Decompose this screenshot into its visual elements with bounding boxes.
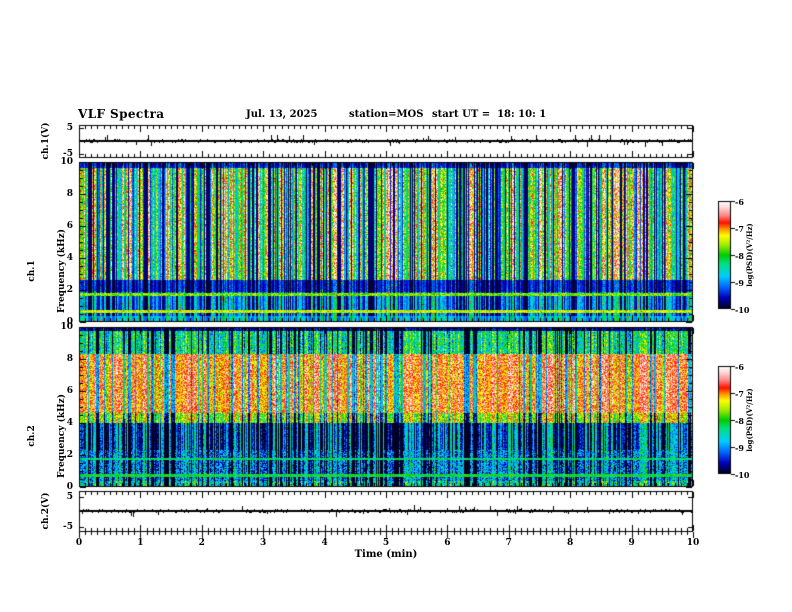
colorbar2-label: log(PSD)(V²/Hz) [745, 388, 754, 452]
colorbar1-tick-label: -8 [735, 251, 744, 261]
colorbar2-tick-label: -9 [735, 443, 744, 453]
x-tick-label: 2 [198, 538, 205, 548]
ch2-spectrogram-y-tick-label: 10 [60, 322, 73, 332]
x-tick-label: 6 [444, 538, 451, 548]
ch2-spectrogram-y-tick-label: 6 [66, 386, 73, 396]
plot-canvas [0, 0, 792, 612]
ch2-spectrogram-y-tick-label: 4 [66, 418, 73, 428]
x-tick-label: 3 [260, 538, 267, 548]
colorbar2-tick-label: -6 [735, 362, 744, 372]
colorbar2-tick-label: -10 [735, 470, 750, 480]
vlf-spectra-figure: VLF Spectra Jul. 13, 2025 station=MOS st… [0, 0, 792, 612]
ch2-spectrogram-y-tick-label: 0 [66, 482, 73, 492]
ch2-spectrogram-y-tick-label: 2 [66, 450, 73, 460]
ch1-spectrogram-y-tick-label: 6 [66, 221, 73, 231]
ch1-waveform-y-tick-label: -5 [63, 149, 73, 159]
x-tick-label: 7 [505, 538, 512, 548]
header-date: Jul. 13, 2025 [246, 109, 318, 120]
ch2-waveform-ylabel: ch.2(V) [41, 492, 51, 530]
page-title: VLF Spectra [78, 107, 165, 121]
x-tick-label: 10 [686, 538, 700, 548]
x-tick-label: 4 [321, 538, 328, 548]
x-tick-label: 8 [567, 538, 574, 548]
x-tick-label: 0 [75, 538, 83, 548]
colorbar1-tick-label: -9 [735, 278, 744, 288]
ch1-spectrogram-channel-label: ch.1 [27, 260, 37, 282]
ch1-spectrogram-y-tick-label: 2 [66, 285, 73, 295]
ch1-spectrogram-ylabel: ch.1 Frequency (kHz) [7, 191, 87, 351]
colorbar2-tick-label: -8 [735, 416, 744, 426]
ch1-spectrogram-y-tick-label: 8 [66, 189, 73, 199]
colorbar1-tick-label: -6 [735, 197, 744, 207]
colorbar2-tick-label: -7 [735, 389, 744, 399]
ch2-waveform-y-tick-label: -5 [63, 522, 73, 532]
colorbar1-label: log(PSD)(V²/Hz) [745, 223, 754, 287]
header-start-ut: start UT = 18: 10: 1 [432, 109, 547, 120]
ch2-spectrogram-channel-label: ch.2 [27, 425, 37, 447]
ch1-waveform-y-tick-label: 5 [66, 123, 73, 133]
x-tick-label: 5 [382, 538, 390, 548]
x-tick-label: 9 [628, 538, 635, 548]
header-station: station=MOS [349, 109, 424, 120]
colorbar1-tick-label: -7 [735, 224, 744, 234]
ch2-spectrogram-y-tick-label: 8 [66, 354, 73, 364]
ch2-waveform-y-tick-label: 5 [66, 492, 73, 502]
colorbar1-tick-label: -10 [735, 305, 750, 315]
x-tick-label: 1 [137, 538, 144, 548]
ch1-waveform-ylabel: ch.1(V) [41, 122, 51, 160]
ch1-spectrogram-y-tick-label: 4 [66, 253, 73, 263]
x-axis-title: Time (min) [354, 549, 418, 560]
